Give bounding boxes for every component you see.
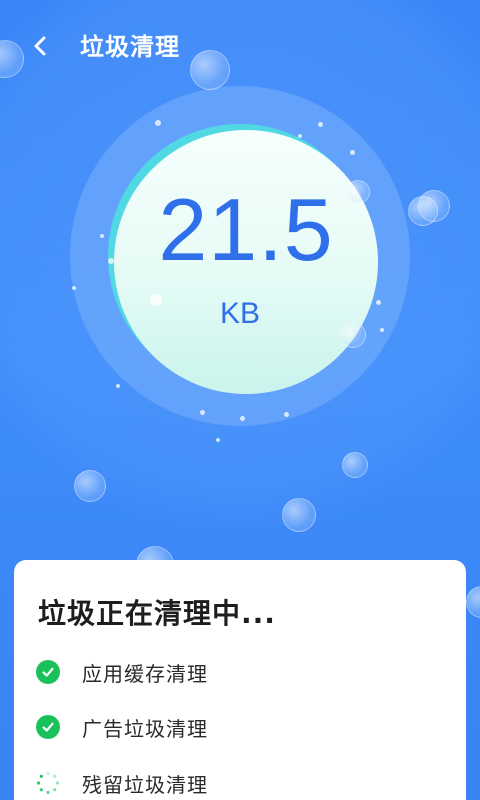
sparkle-dot [380, 328, 384, 332]
check-circle-icon [36, 660, 60, 684]
cleaning-status-title: 垃圾正在清理中... [38, 597, 276, 630]
sparkle-dot [376, 300, 381, 305]
bubble [282, 498, 316, 532]
sparkle-dot [216, 438, 220, 442]
sparkle-dot [240, 416, 245, 421]
sparkle-dot [318, 122, 323, 127]
sparkle-dot [155, 120, 161, 126]
sparkle-dot [298, 134, 302, 138]
page-title: 垃圾清理 [80, 33, 180, 61]
bubble [74, 470, 106, 502]
spinner-icon [36, 771, 60, 795]
junk-clean-screen: 21.5 KB 垃圾清理 垃圾正在清理中... 应用缓存清理 广告垃圾清理 残留… [0, 0, 480, 800]
cleaning-status-card: 垃圾正在清理中... 应用缓存清理 广告垃圾清理 残留垃圾清理 [14, 560, 466, 800]
sparkle-dot [72, 286, 76, 290]
cleaned-amount: 21.5 [158, 180, 334, 279]
bubble [342, 452, 368, 478]
sparkle-dot [116, 384, 120, 388]
back-button[interactable] [22, 28, 58, 64]
cleaned-amount-unit: KB [219, 297, 261, 330]
check-circle-icon [36, 715, 60, 739]
task-label: 广告垃圾清理 [82, 716, 208, 741]
task-item-residual-junk: 残留垃圾清理 [36, 766, 436, 800]
task-label: 残留垃圾清理 [82, 772, 208, 797]
sparkle-dot [100, 234, 104, 238]
chevron-left-icon [34, 36, 46, 56]
task-item-app-cache: 应用缓存清理 [36, 655, 436, 689]
app-header: 垃圾清理 [0, 22, 480, 72]
task-item-ad-junk: 广告垃圾清理 [36, 710, 436, 744]
bubble [466, 586, 480, 618]
sparkle-dot [284, 412, 289, 417]
task-label: 应用缓存清理 [82, 661, 208, 686]
bubble [418, 190, 450, 222]
sparkle-dot [350, 150, 355, 155]
sparkle-dot [200, 410, 205, 415]
